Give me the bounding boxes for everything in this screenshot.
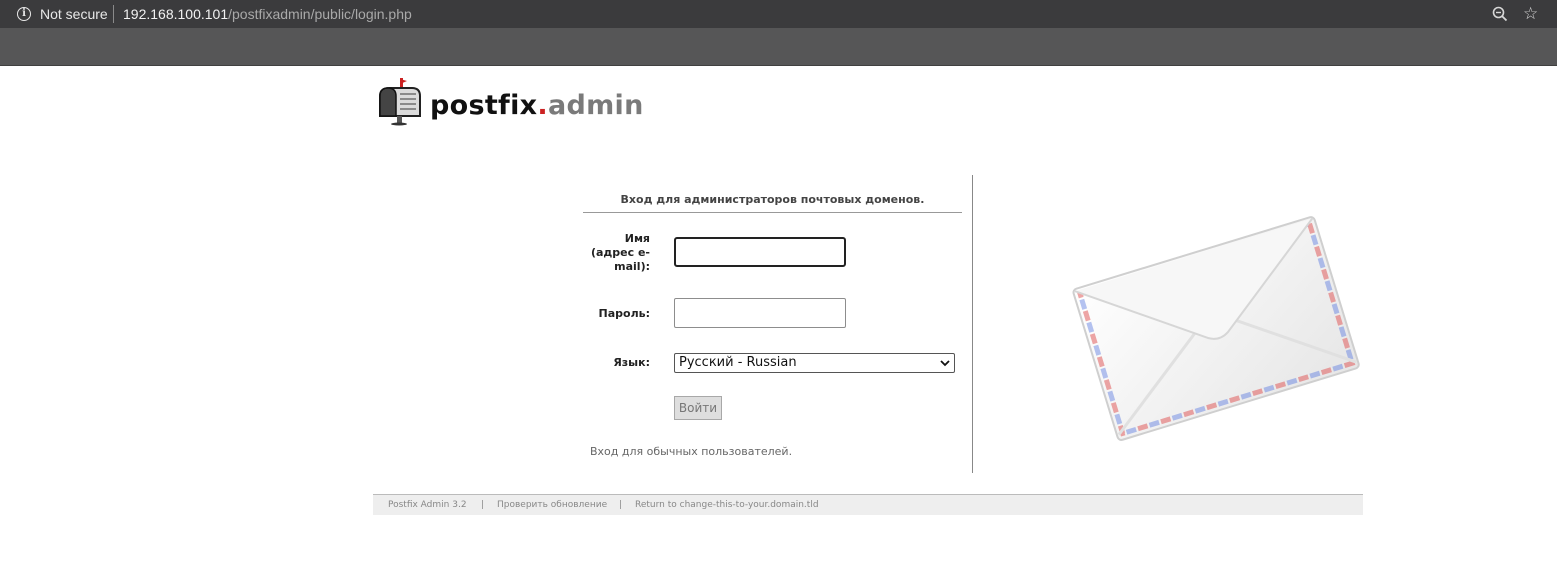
title-divider	[583, 212, 962, 213]
login-form: Вход для администраторов почтовых домено…	[583, 175, 973, 475]
security-label[interactable]: Not secure	[40, 6, 108, 22]
language-select[interactable]: Русский - Russian	[674, 353, 955, 373]
user-login-link[interactable]: Вход для обычных пользователей.	[590, 445, 792, 458]
browser-address-bar[interactable]: i Not secure 192.168.100.101/postfixadmi…	[0, 0, 1557, 28]
language-label: Язык:	[613, 356, 650, 369]
chevron-down-icon	[940, 360, 950, 367]
url-path: /postfixadmin/public/login.php	[228, 6, 412, 22]
footer-separator: |	[481, 500, 485, 510]
footer-version[interactable]: Postfix Admin 3.2	[388, 500, 467, 510]
browser-toolbar	[0, 28, 1557, 66]
logo-text-dot: .	[537, 90, 548, 121]
bookmark-star-icon[interactable]: ☆	[1523, 5, 1538, 23]
login-button[interactable]: Войти	[674, 396, 722, 420]
address-separator	[113, 5, 114, 23]
password-label: Пароль:	[598, 307, 650, 320]
footer-check-update-link[interactable]: Проверить обновление	[497, 500, 607, 510]
logo-text: postfix.admin	[430, 90, 644, 121]
info-icon[interactable]: i	[17, 7, 31, 21]
footer-return-link[interactable]: Return to change-this-to-your.domain.tld	[635, 500, 819, 510]
zoom-icon[interactable]	[1492, 6, 1508, 22]
username-input[interactable]	[674, 237, 846, 267]
envelope-icon	[1072, 216, 1360, 441]
footer: Postfix Admin 3.2 | Проверить обновление…	[373, 494, 1363, 515]
username-label: Имя (адрес e-mail):	[590, 232, 650, 273]
page: postfix.admin Вход для администраторов п…	[0, 66, 1557, 582]
footer-separator: |	[619, 500, 623, 510]
url-host: 192.168.100.101	[123, 6, 229, 22]
logo-text-admin: admin	[547, 90, 644, 121]
mailbox-icon	[379, 78, 421, 126]
login-title: Вход для администраторов почтовых домено…	[620, 193, 925, 206]
language-selected-value: Русский - Russian	[679, 355, 797, 370]
logo-text-postfix: postfix	[430, 90, 538, 121]
url-field[interactable]: 192.168.100.101/postfixadmin/public/logi…	[123, 6, 412, 22]
password-input[interactable]	[674, 298, 846, 328]
vertical-divider	[972, 175, 973, 473]
